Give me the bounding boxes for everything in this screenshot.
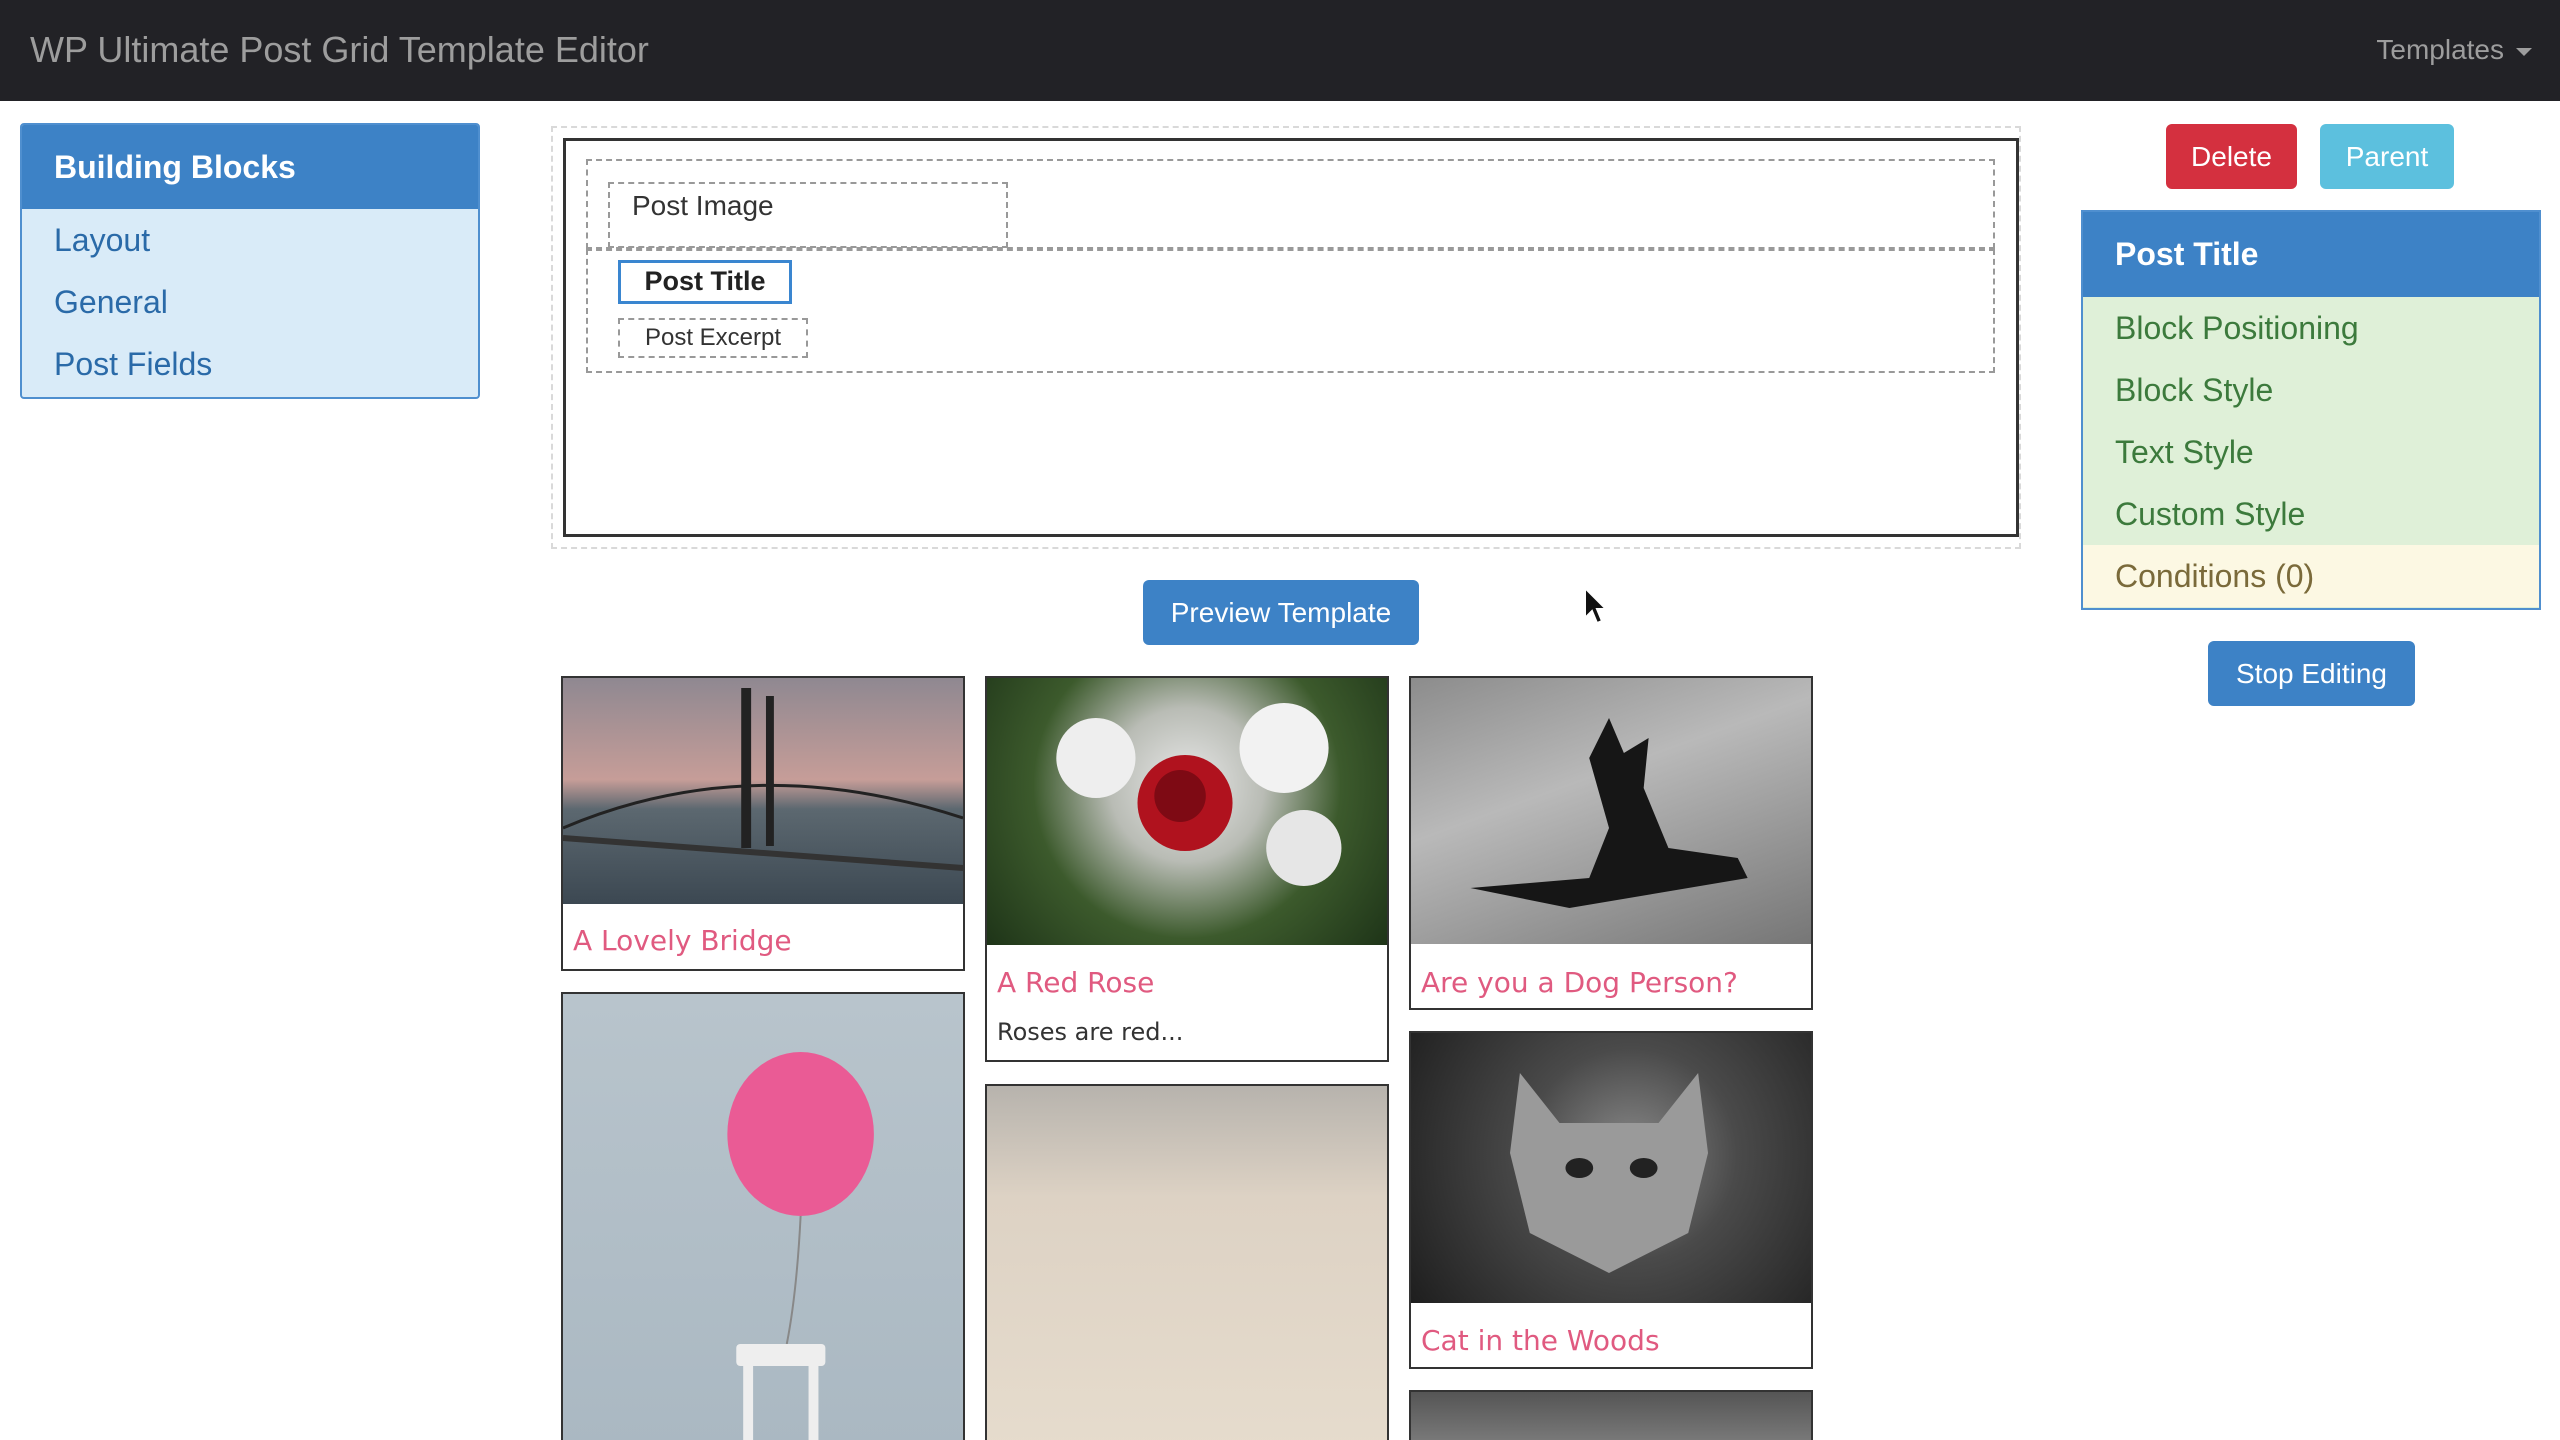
post-card-title[interactable]: Are you a Dog Person? xyxy=(1421,966,1738,999)
preview-template-button[interactable]: Preview Template xyxy=(1143,580,1419,645)
building-blocks-panel: Building Blocks Layout General Post Fiel… xyxy=(20,123,480,399)
post-card-image xyxy=(563,678,963,904)
templates-dropdown-label: Templates xyxy=(2376,34,2504,65)
building-block-layout[interactable]: Layout xyxy=(22,209,478,271)
post-card-image xyxy=(563,994,963,1440)
post-card[interactable] xyxy=(1409,1390,1813,1440)
custom-style-item[interactable]: Custom Style xyxy=(2083,483,2539,545)
block-properties-title: Post Title xyxy=(2083,212,2539,297)
post-card[interactable] xyxy=(985,1084,1389,1440)
post-title-block[interactable]: Post Title xyxy=(618,260,792,304)
post-image-block[interactable]: Post Image xyxy=(608,182,1008,248)
post-card-image xyxy=(987,678,1387,945)
delete-button[interactable]: Delete xyxy=(2166,124,2297,189)
block-style-item[interactable]: Block Style xyxy=(2083,359,2539,421)
building-block-general[interactable]: General xyxy=(22,271,478,333)
conditions-item[interactable]: Conditions (0) xyxy=(2083,545,2539,607)
post-card-excerpt: Roses are red... xyxy=(997,1018,1184,1046)
post-card-image xyxy=(1411,1392,1811,1440)
text-style-item[interactable]: Text Style xyxy=(2083,421,2539,483)
post-excerpt-block[interactable]: Post Excerpt xyxy=(618,318,808,358)
block-properties-panel: Post Title Block Positioning Block Style… xyxy=(2081,210,2541,610)
post-card-title[interactable]: Cat in the Woods xyxy=(1421,1324,1660,1357)
post-card-image xyxy=(1411,1033,1811,1303)
post-card-image xyxy=(1411,678,1811,944)
app-title[interactable]: WP Ultimate Post Grid Template Editor xyxy=(30,24,649,76)
parent-button[interactable]: Parent xyxy=(2320,124,2454,189)
post-card[interactable]: Are you a Dog Person? xyxy=(1409,676,1813,1010)
building-blocks-title: Building Blocks xyxy=(22,125,478,209)
post-card[interactable]: Cat in the Woods xyxy=(1409,1031,1813,1369)
post-card-image xyxy=(987,1086,1387,1440)
post-card-title[interactable]: A Red Rose xyxy=(997,966,1154,999)
mouse-cursor-icon xyxy=(1584,586,1609,625)
block-positioning-item[interactable]: Block Positioning xyxy=(2083,297,2539,359)
building-block-post-fields[interactable]: Post Fields xyxy=(22,333,478,395)
navbar: WP Ultimate Post Grid Template Editor Te… xyxy=(0,0,2560,101)
stop-editing-button[interactable]: Stop Editing xyxy=(2208,641,2415,706)
post-card-title[interactable]: A Lovely Bridge xyxy=(573,924,792,957)
post-card[interactable] xyxy=(561,992,965,1440)
templates-dropdown[interactable]: Templates xyxy=(2376,28,2532,72)
post-card[interactable]: A Lovely Bridge xyxy=(561,676,965,971)
caret-down-icon xyxy=(2516,48,2532,56)
post-card[interactable]: A Red Rose Roses are red... xyxy=(985,676,1389,1062)
